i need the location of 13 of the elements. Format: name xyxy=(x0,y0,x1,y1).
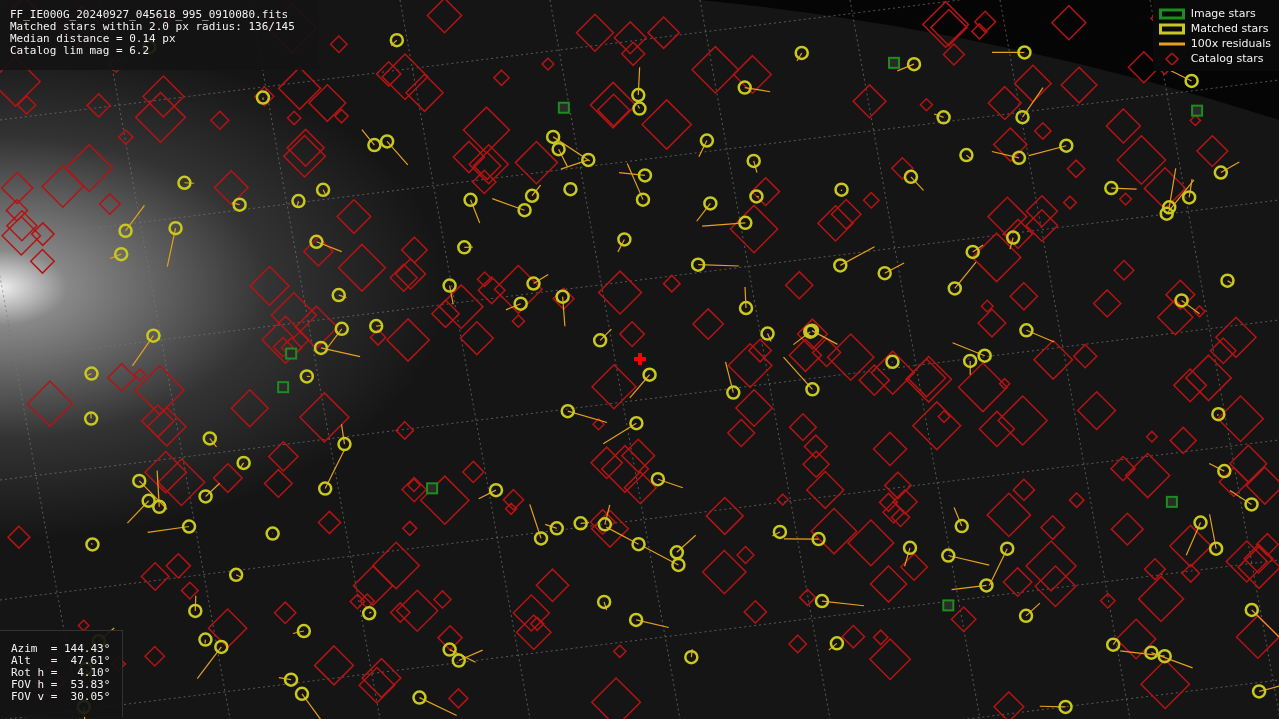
info-text: Matched stars within 2.0 px radius: 136/145 xyxy=(10,21,296,33)
info-text: Catalog lim mag = 6.2 xyxy=(10,45,151,57)
legend-label: Matched stars xyxy=(1190,22,1269,35)
legend-label: Catalog stars xyxy=(1190,52,1264,65)
info-text: FF_IE000G_20240927_045618_995_0910080.fits xyxy=(10,9,290,21)
info-text: Alt = 47.61° xyxy=(11,655,112,667)
info-text: FOV h = 53.83° xyxy=(11,679,112,691)
info-text: Azim = 144.43° xyxy=(11,643,112,655)
info-text: Rot h = 4.10° xyxy=(11,667,112,679)
legend-label: Image stars xyxy=(1190,7,1256,20)
info-text: Median distance = 0.14 px xyxy=(10,33,177,45)
info-text: FOV v = 30.05° xyxy=(11,691,112,703)
legend-label: 100x residuals xyxy=(1190,37,1271,50)
